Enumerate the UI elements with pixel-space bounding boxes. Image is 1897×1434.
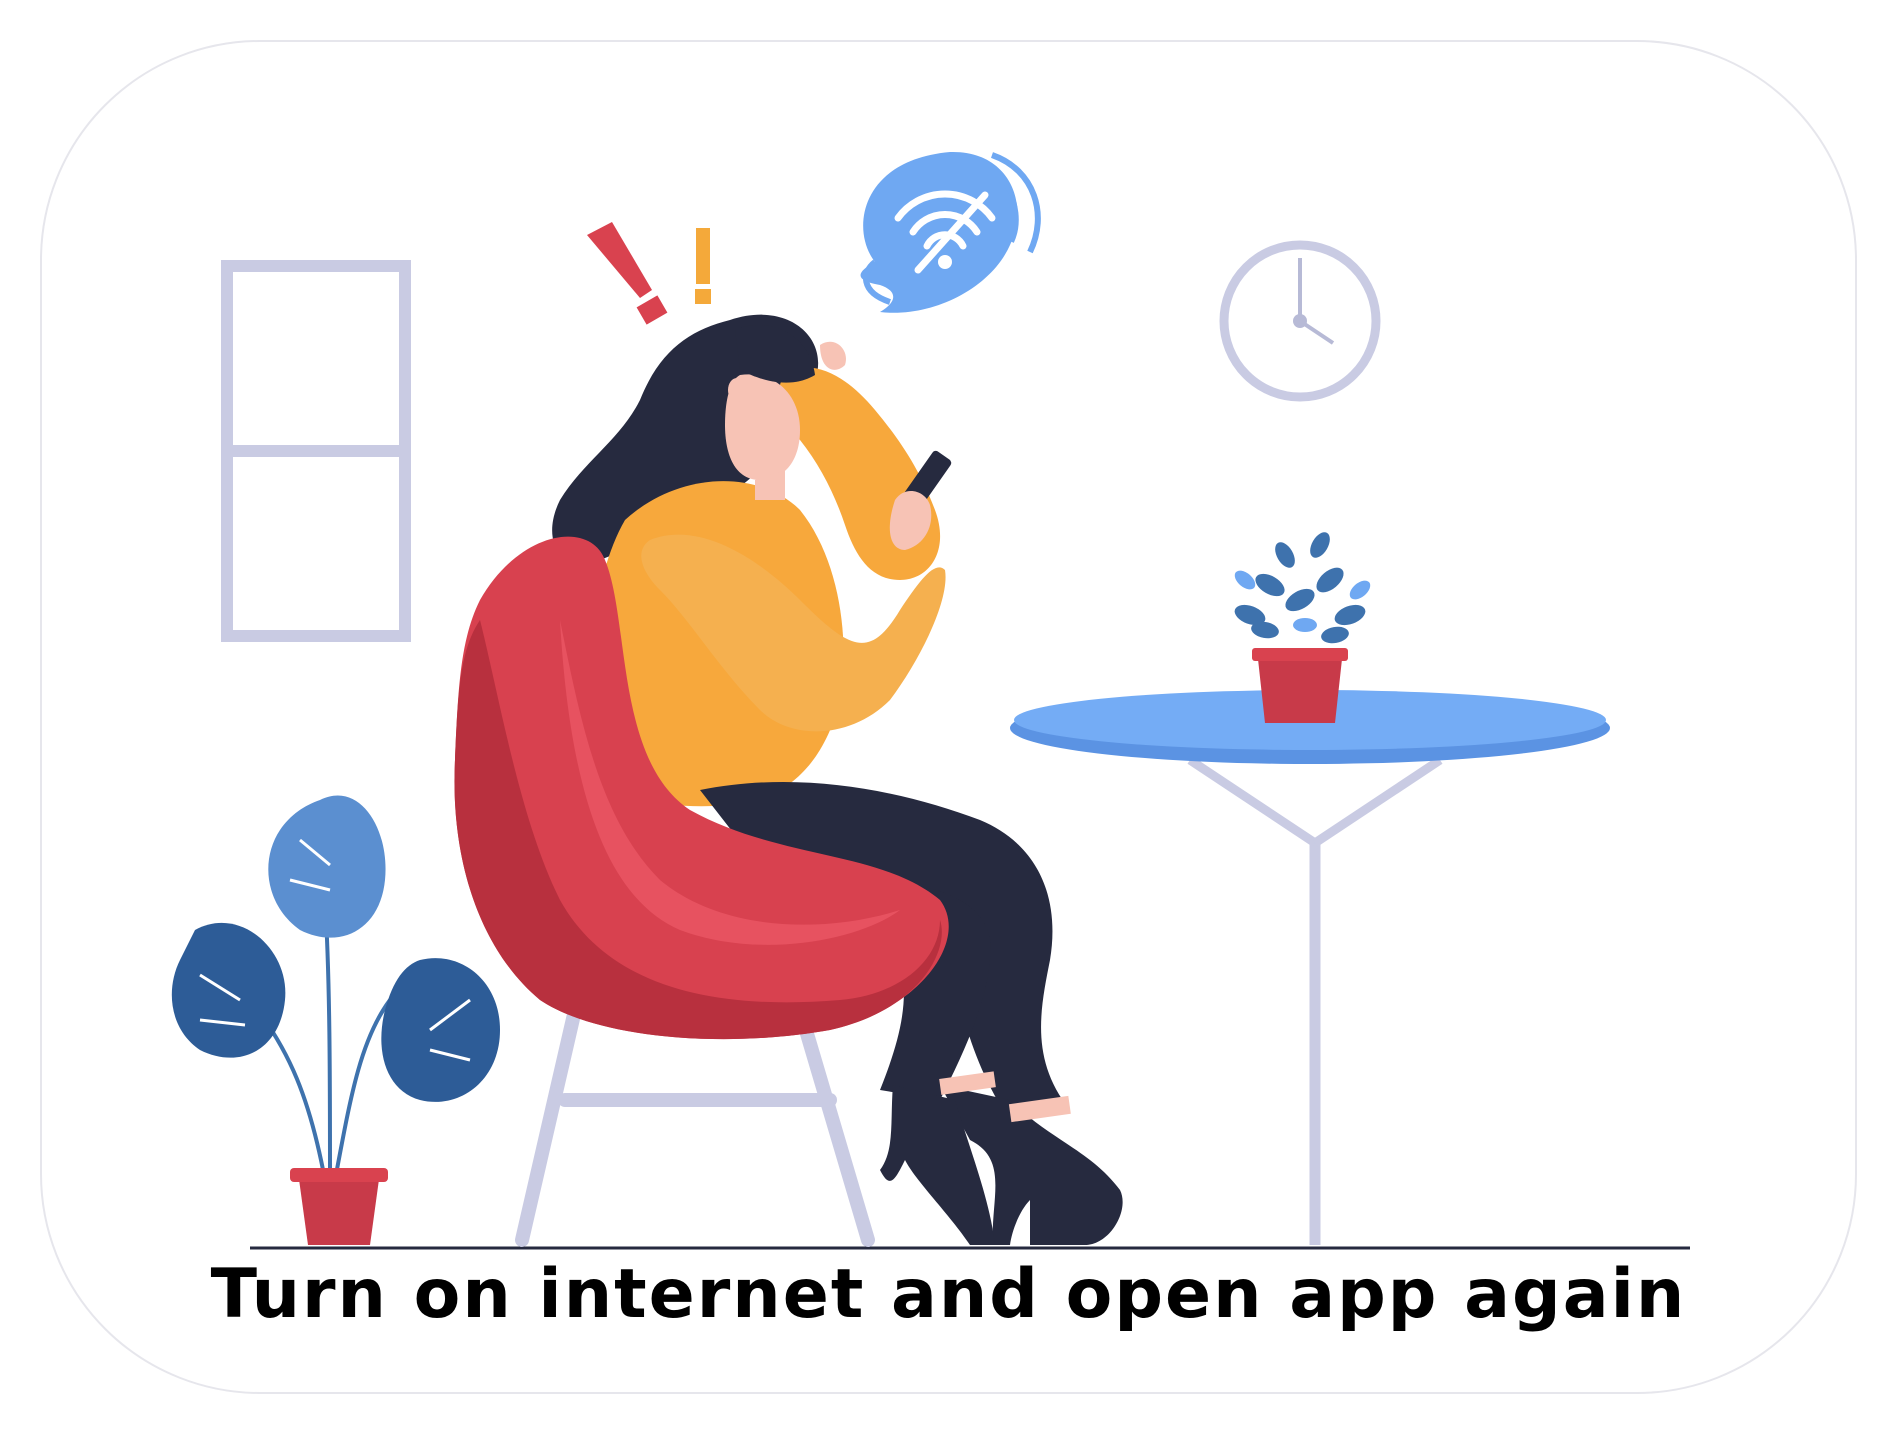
- clock-icon: [1219, 240, 1381, 402]
- error-message: Turn on internet and open app again: [210, 1255, 1687, 1334]
- chair-legs: [515, 1003, 875, 1247]
- exclamation-icon: [587, 222, 711, 325]
- window: [221, 260, 411, 642]
- no-wifi-icon: [860, 151, 1041, 313]
- no-internet-illustration: [171, 151, 1690, 1250]
- side-table: [1010, 690, 1610, 1245]
- monstera-plant: [171, 795, 500, 1245]
- boots: [880, 1085, 1123, 1245]
